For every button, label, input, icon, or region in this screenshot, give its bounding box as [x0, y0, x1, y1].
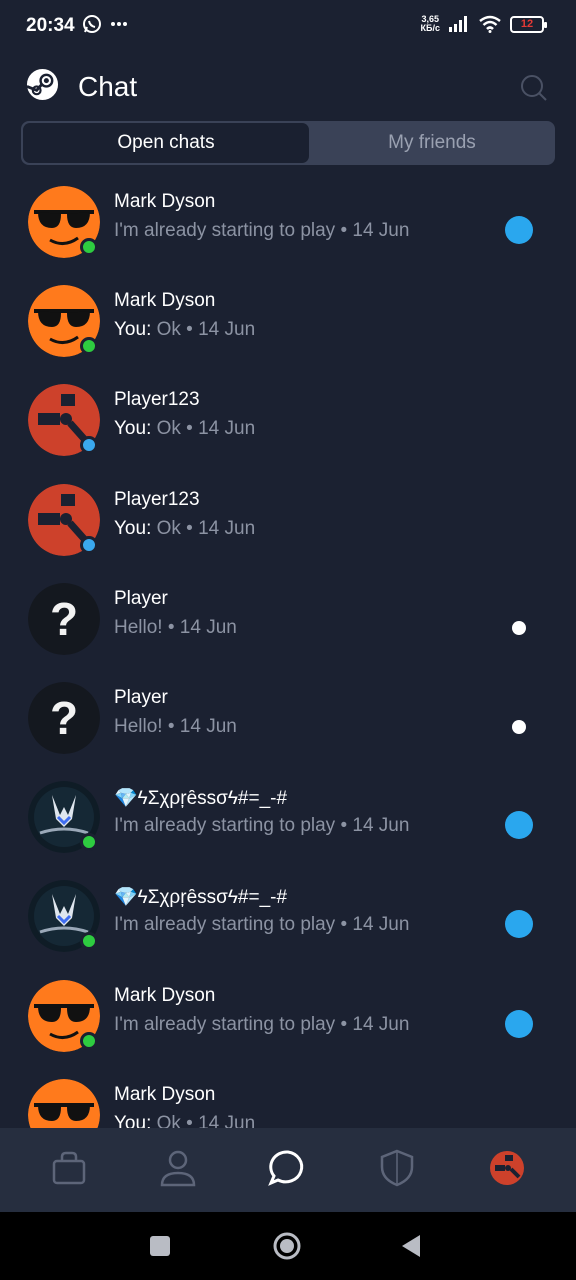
chat-preview: I'm already starting to play • 14 Jun	[114, 220, 409, 242]
unread-count-badge: 1	[505, 910, 533, 939]
chat-name: 💎ϟΣχρŗȇssσϟ#=_-#	[114, 887, 288, 909]
status-time: 20:34	[26, 15, 75, 36]
last-message: Hello! • 14 Jun	[114, 616, 237, 638]
chat-name: Mark Dyson	[114, 290, 216, 312]
chat-preview: You: Ok • 14 Jun	[114, 1113, 255, 1128]
search-icon[interactable]	[520, 74, 548, 102]
battery-icon: 12	[510, 15, 547, 33]
more-notifications-icon	[111, 22, 127, 26]
sunglasses-face-icon	[28, 1078, 100, 1128]
last-message: I'm already starting to play • 14 Jun	[114, 815, 410, 837]
last-message: Ok • 14 Jun	[156, 1112, 256, 1128]
chat-list-item[interactable]: Mark Dyson I'm already starting to play …	[0, 170, 576, 269]
back-triangle-icon[interactable]	[396, 1230, 428, 1262]
tab-open-chats[interactable]: Open chats	[23, 123, 309, 163]
chat-preview: You: Ok • 14 Jun	[114, 518, 255, 540]
last-message: I'm already starting to play • 14 Jun	[114, 1013, 410, 1035]
unread-count-badge: 1	[505, 216, 533, 244]
shield-icon[interactable]	[377, 1148, 417, 1188]
you-prefix: You:	[114, 1112, 157, 1128]
svg-text:?: ?	[50, 593, 78, 645]
chat-name: Player123	[114, 488, 200, 510]
last-message: I'm already starting to play • 14 Jun	[114, 220, 410, 241]
chat-list-item[interactable]: Player123 You: Ok • 14 Jun	[0, 468, 576, 567]
chat-preview: Hello! • 14 Jun	[114, 716, 237, 738]
chat-preview: I'm already starting to play • 14 Jun	[114, 1014, 409, 1036]
question-mark-icon: ?	[28, 582, 100, 655]
chat-list-item[interactable]: 💎ϟΣχρŗȇssσϟ#=_-# I'm already starting to…	[0, 765, 576, 864]
chat-name: Mark Dyson	[114, 191, 216, 212]
status-right-icons: 3,65 КБ/с 12	[421, 15, 547, 33]
wifi-icon	[479, 15, 501, 33]
you-prefix: You:	[114, 418, 157, 440]
chat-list-item[interactable]: Mark Dyson I'm already starting to play …	[0, 964, 576, 1063]
last-message: I'm already starting to play • 14 Jun	[114, 914, 410, 936]
last-message: Hello! • 14 Jun	[114, 715, 237, 737]
last-message: Ok • 14 Jun	[156, 517, 256, 539]
unread-count-badge: 1	[505, 1009, 533, 1038]
unread-dot	[512, 719, 526, 734]
chat-list: Mark Dyson I'm already starting to play …	[0, 170, 576, 1128]
chat-list-item[interactable]: ? Player Hello! • 14 Jun	[0, 567, 576, 666]
home-circle-icon[interactable]	[271, 1230, 303, 1262]
chat-name: Mark Dyson	[114, 984, 216, 1006]
chat-list-item[interactable]: Player123 You: Ok • 14 Jun	[0, 368, 576, 467]
chat-name: Player	[114, 686, 168, 708]
avatar	[28, 1078, 100, 1128]
page-title: Chat	[78, 71, 138, 102]
presence-indicator	[80, 1031, 98, 1050]
chat-name: Mark Dyson	[114, 1083, 216, 1105]
avatar: ?	[28, 681, 100, 754]
tab-my-friends[interactable]: My friends	[309, 121, 555, 165]
unread-count-badge: 1	[505, 811, 533, 840]
chat-preview: I'm already starting to play • 14 Jun	[114, 815, 409, 837]
chat-preview: I'm already starting to play • 14 Jun	[114, 914, 409, 936]
chat-list-item[interactable]: Mark Dyson You: Ok • 14 Jun	[0, 269, 576, 368]
last-message: Ok • 14 Jun	[156, 418, 256, 440]
rust-game-icon[interactable]	[487, 1148, 527, 1188]
presence-indicator	[80, 833, 98, 852]
recents-square-icon[interactable]	[144, 1230, 176, 1262]
chat-tabs: Open chats My friends	[21, 121, 555, 165]
signal-icon	[449, 16, 467, 32]
store-bag-icon[interactable]	[49, 1148, 89, 1188]
net-speed: 3,65 КБ/с	[421, 15, 440, 33]
app-header: Chat	[0, 50, 576, 120]
question-mark-icon: ?	[28, 681, 100, 754]
presence-indicator	[80, 535, 98, 554]
chat-list-item[interactable]: ? Player Hello! • 14 Jun	[0, 666, 576, 765]
chat-preview: Hello! • 14 Jun	[114, 617, 237, 639]
presence-indicator	[80, 436, 98, 455]
chat-name: Player	[114, 587, 168, 609]
battery-level: 12	[520, 18, 534, 30]
svg-text:?: ?	[50, 692, 78, 744]
whatsapp-icon	[83, 15, 101, 33]
status-bar: 20:34 3,65 КБ/с 12	[0, 0, 576, 50]
chat-bubble-icon[interactable]	[268, 1148, 308, 1188]
chat-list-item[interactable]: Mark Dyson You: Ok • 14 Jun	[0, 1063, 576, 1128]
chat-name: 💎ϟΣχρŗȇssσϟ#=_-#	[114, 788, 288, 810]
chat-list-item[interactable]: 💎ϟΣχρŗȇssσϟ#=_-# I'm already starting to…	[0, 864, 576, 963]
chat-preview: You: Ok • 14 Jun	[114, 418, 255, 440]
system-navigation-bar	[0, 1212, 576, 1280]
presence-indicator	[80, 337, 98, 356]
chat-preview: You: Ok • 14 Jun	[114, 319, 255, 341]
status-notification-icons	[82, 14, 128, 34]
last-message: Ok • 14 Jun	[156, 319, 256, 341]
presence-indicator	[80, 238, 98, 256]
steam-logo-icon	[26, 68, 59, 101]
avatar: ?	[28, 582, 100, 655]
chat-name: Player123	[114, 389, 200, 411]
you-prefix: You:	[114, 319, 157, 341]
presence-indicator	[80, 932, 98, 951]
net-speed-unit: КБ/с	[420, 23, 440, 33]
profile-icon[interactable]	[158, 1148, 198, 1188]
you-prefix: You:	[114, 517, 157, 539]
bottom-nav	[0, 1128, 576, 1212]
unread-dot	[512, 620, 526, 635]
